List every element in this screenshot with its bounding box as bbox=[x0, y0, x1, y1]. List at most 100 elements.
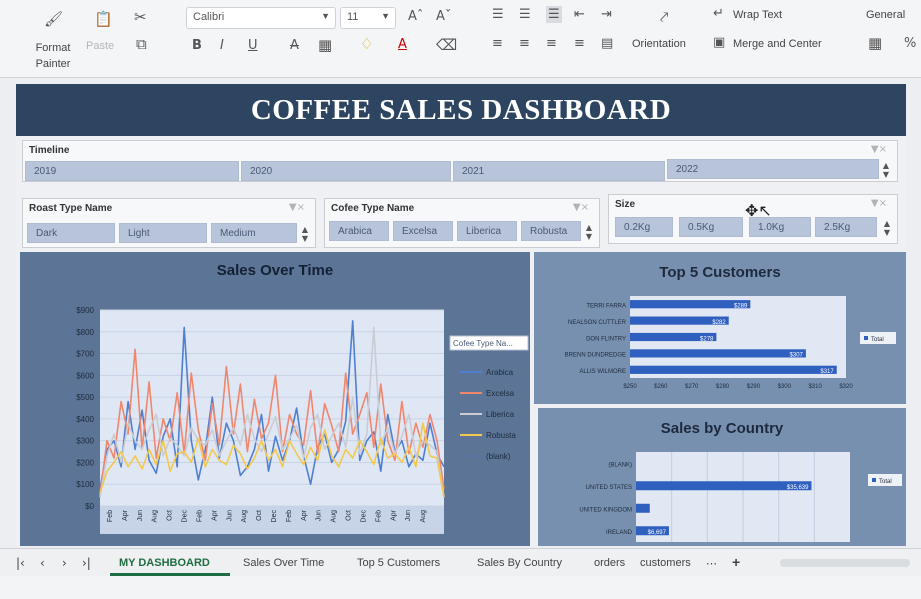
increase-indent-icon[interactable]: ⇥ bbox=[601, 8, 612, 21]
fill-color-icon[interactable]: ♢ bbox=[360, 37, 373, 52]
clear-filter-icon[interactable]: ▼× bbox=[871, 198, 887, 209]
more-sheets-button[interactable]: ⋯ bbox=[706, 557, 717, 570]
wrap-text-icon[interactable]: ↵ bbox=[713, 7, 724, 20]
roast-dark[interactable]: Dark bbox=[27, 223, 115, 243]
align-top-icon[interactable]: ☰ bbox=[492, 8, 504, 21]
size-scroll-arrows[interactable]: ▲ ▼ bbox=[882, 219, 892, 237]
roast-medium[interactable]: Medium bbox=[211, 223, 297, 243]
country-value-label: $35,639 bbox=[787, 485, 809, 491]
distributed-icon[interactable]: ▤ bbox=[601, 37, 613, 50]
x-tick-label: Aug bbox=[152, 510, 159, 523]
timeline-scroll-arrows[interactable]: ▲ ▼ bbox=[881, 161, 891, 179]
align-bottom-icon[interactable]: ☰ bbox=[546, 6, 562, 23]
coffee-robusta[interactable]: Robusta bbox=[521, 221, 581, 241]
accounting-format-icon[interactable]: ▦ bbox=[868, 36, 882, 51]
italic-button[interactable]: I bbox=[220, 39, 224, 52]
add-sheet-button[interactable]: + bbox=[732, 554, 740, 570]
copy-icon[interactable]: ⧉ bbox=[136, 37, 147, 52]
legend-label: Liberica bbox=[486, 410, 515, 419]
increase-font-icon[interactable]: Aˆ bbox=[408, 10, 423, 23]
sales-by-country-panel[interactable]: Sales by Country (BLANK) UNITED STATES $35… bbox=[538, 408, 906, 546]
timeline-year-2021[interactable]: 2021 bbox=[453, 161, 665, 181]
dashboard-banner: COFFEE SALES DASHBOARD bbox=[16, 84, 906, 136]
number-format-select[interactable]: General bbox=[866, 9, 905, 21]
prev-sheet-icon[interactable]: ‹ bbox=[40, 556, 45, 570]
x-tick-label: Dec bbox=[182, 510, 189, 523]
format-painter-icon[interactable]: 🖌 bbox=[44, 12, 63, 27]
y-tick-label: $800 bbox=[76, 328, 94, 337]
y-tick-label: $500 bbox=[76, 393, 94, 402]
justify-icon[interactable]: ≡ bbox=[574, 37, 585, 50]
size-1-0kg[interactable]: 1.0Kg bbox=[749, 217, 811, 237]
orientation-icon[interactable]: ⤤ bbox=[660, 10, 668, 25]
decrease-font-icon[interactable]: Aˇ bbox=[436, 10, 451, 23]
tab-sales-by-country[interactable]: Sales By Country bbox=[477, 557, 562, 569]
cut-icon[interactable]: ✂ bbox=[134, 10, 147, 25]
x-tick-label: $250 bbox=[623, 384, 637, 390]
coffee-scroll-arrows[interactable]: ▲ ▼ bbox=[584, 223, 594, 241]
tab-customers[interactable]: customers bbox=[640, 557, 691, 569]
timeline-year-2019[interactable]: 2019 bbox=[25, 161, 239, 181]
align-right-icon[interactable]: ≡ bbox=[546, 37, 557, 50]
customer-bar bbox=[630, 300, 751, 309]
legend-label: Total bbox=[879, 479, 892, 485]
wrap-text-button[interactable]: Wrap Text bbox=[733, 9, 782, 21]
clear-filter-icon[interactable]: ▼× bbox=[871, 144, 887, 155]
timeline-year-2020[interactable]: 2020 bbox=[241, 161, 451, 181]
tab-orders[interactable]: orders bbox=[594, 557, 625, 569]
sales-over-time-panel[interactable]: Sales Over Time $0 $100 $200 $300 $400 $500 $6… bbox=[20, 252, 530, 546]
format-painter-button[interactable]: Format Painter bbox=[33, 40, 73, 72]
timeline-year-2022[interactable]: 2022 bbox=[667, 159, 879, 179]
x-tick-label: $260 bbox=[654, 384, 668, 390]
x-tick-label: Oct bbox=[256, 510, 263, 521]
clear-filter-icon[interactable]: ▼× bbox=[289, 202, 305, 213]
percent-icon[interactable]: % bbox=[904, 37, 916, 50]
roast-type-slicer: Roast Type Name ▼× Dark Light Medium ▲ ▼ bbox=[22, 198, 316, 248]
timeline-slicer: Timeline ▼× 2019 2020 2021 2022 ▲ ▼ bbox=[22, 140, 898, 182]
clear-filter-icon[interactable]: ▼× bbox=[573, 202, 589, 213]
customer-value-label: $282 bbox=[712, 320, 726, 326]
decrease-indent-icon[interactable]: ⇤ bbox=[574, 8, 585, 21]
orientation-button[interactable]: Orientation bbox=[632, 38, 686, 50]
paste-button[interactable]: Paste bbox=[86, 40, 114, 52]
chevron-down-icon: ▼ bbox=[321, 11, 330, 21]
coffee-liberica[interactable]: Liberica bbox=[457, 221, 517, 241]
strikethrough-icon[interactable]: A bbox=[290, 39, 299, 52]
sales-over-time-chart: $0 $100 $200 $300 $400 $500 $600 $700 $800 $900 Fe… bbox=[76, 306, 529, 534]
size-0-5kg[interactable]: 0.5Kg bbox=[679, 217, 743, 237]
top-customers-panel[interactable]: Top 5 Customers TERRI FARRA $289 NEALSON C… bbox=[534, 252, 906, 404]
window-bottom-area bbox=[0, 576, 921, 599]
align-middle-icon[interactable]: ☰ bbox=[519, 8, 531, 21]
borders-icon[interactable]: ▦ bbox=[318, 38, 332, 53]
coffee-arabica[interactable]: Arabica bbox=[329, 221, 389, 241]
merge-icon[interactable]: ▣ bbox=[713, 36, 725, 49]
roast-light[interactable]: Light bbox=[119, 223, 207, 243]
x-tick-label: Apr bbox=[390, 509, 397, 521]
customer-value-label: $317 bbox=[820, 369, 834, 375]
font-name-select[interactable]: Calibri ▼ bbox=[186, 7, 336, 29]
align-center-icon[interactable]: ≡ bbox=[519, 37, 530, 50]
last-sheet-icon[interactable]: ›| bbox=[82, 556, 91, 570]
bold-button[interactable]: B bbox=[192, 39, 202, 52]
font-size-value: 11 bbox=[347, 11, 359, 23]
y-tick-label: $700 bbox=[76, 350, 94, 359]
horizontal-scrollbar[interactable] bbox=[780, 559, 910, 567]
font-color-icon[interactable]: A bbox=[398, 38, 407, 51]
roast-scroll-arrows[interactable]: ▲ ▼ bbox=[300, 225, 310, 243]
x-tick-label: $290 bbox=[747, 384, 761, 390]
tab-top-5-customers[interactable]: Top 5 Customers bbox=[357, 557, 440, 569]
clear-format-icon[interactable]: ⌫ bbox=[436, 38, 457, 53]
next-sheet-icon[interactable]: › bbox=[62, 556, 67, 570]
paste-icon[interactable]: 📋 bbox=[94, 12, 113, 27]
underline-button[interactable]: U bbox=[248, 39, 258, 52]
tab-sales-over-time[interactable]: Sales Over Time bbox=[243, 557, 324, 569]
coffee-excelsa[interactable]: Excelsa bbox=[393, 221, 453, 241]
size-2-5kg[interactable]: 2.5Kg bbox=[815, 217, 877, 237]
tab-my-dashboard[interactable]: MY DASHBOARD bbox=[119, 557, 210, 569]
merge-center-button[interactable]: Merge and Center bbox=[733, 38, 822, 50]
size-0-2kg[interactable]: 0.2Kg bbox=[615, 217, 673, 237]
customer-name-label: ALLIS WILMORE bbox=[579, 369, 626, 375]
first-sheet-icon[interactable]: |‹ bbox=[16, 556, 25, 570]
align-left-icon[interactable]: ≡ bbox=[492, 37, 503, 50]
font-size-select[interactable]: 11 ▼ bbox=[340, 7, 396, 29]
